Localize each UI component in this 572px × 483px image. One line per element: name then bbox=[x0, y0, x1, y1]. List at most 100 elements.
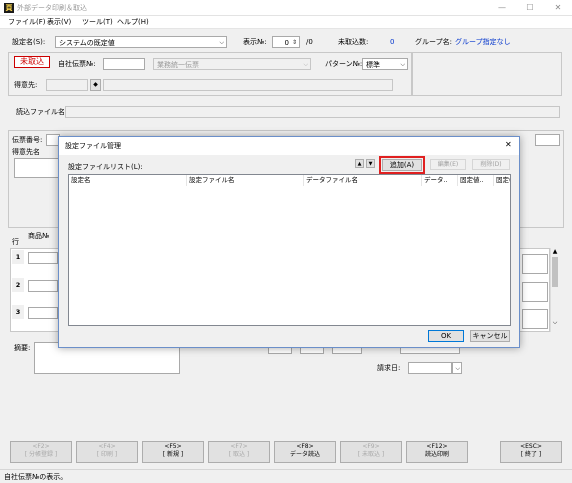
function-key-code: <F5> bbox=[164, 443, 182, 450]
row-extra-input[interactable] bbox=[522, 254, 548, 274]
billing-date-input[interactable] bbox=[408, 362, 452, 374]
display-no-spinner[interactable]: 0 ⇕ bbox=[272, 36, 300, 48]
function-key-label: [ 取込 ] bbox=[228, 451, 250, 458]
dialog-title-bar: 設定ファイル管理 ✕ bbox=[59, 137, 519, 155]
status-text: 自社伝票№の表示。 bbox=[4, 473, 68, 481]
function-key-button[interactable]: <F2>[ 分帳登録 ] bbox=[10, 441, 72, 463]
window-title: 外部データ印刷＆取込 bbox=[17, 4, 87, 12]
product-input[interactable] bbox=[28, 307, 58, 319]
function-key-button[interactable]: <F5>[ 新規 ] bbox=[142, 441, 204, 463]
row-extra-input[interactable] bbox=[522, 282, 548, 302]
customer-name-field bbox=[103, 79, 393, 91]
function-key-label: [ 分帳登録 ] bbox=[24, 451, 58, 458]
pattern-value: 標準 bbox=[366, 61, 380, 69]
function-key-label: [ 未取込 ] bbox=[357, 451, 385, 458]
title-bar: 頁 外部データ印刷＆取込 — ☐ ✕ bbox=[0, 0, 572, 16]
customer-name-input[interactable] bbox=[14, 158, 60, 178]
slip-no-label: 自社伝票№: bbox=[58, 60, 96, 68]
minimize-icon[interactable]: — bbox=[488, 0, 516, 16]
function-key-code: <F7> bbox=[230, 443, 248, 450]
display-no-total: /0 bbox=[306, 38, 313, 46]
function-key-code: <F4> bbox=[98, 443, 116, 450]
spinner-icon[interactable]: ⇕ bbox=[292, 37, 297, 48]
settings-file-dialog: 設定ファイル管理 ✕ 設定ファイルリスト(L): ▲ ▼ 追加(A) 編集(E)… bbox=[58, 136, 520, 348]
product-header-label: 商品№ bbox=[28, 232, 50, 240]
menu-help[interactable]: ヘルプ(H) bbox=[117, 17, 149, 28]
function-key-button[interactable]: <ESC>[ 終了 ] bbox=[500, 441, 562, 463]
column-header-setting-file[interactable]: 設定ファイル名 bbox=[187, 175, 304, 186]
list-label: 設定ファイルリスト(L): bbox=[68, 163, 143, 171]
status-bar: 自社伝票№の表示。 bbox=[0, 469, 572, 483]
column-header-data-file[interactable]: データファイル名 bbox=[304, 175, 422, 186]
column-header-setting-name[interactable]: 設定名 bbox=[69, 175, 187, 186]
function-key-label: [ 新規 ] bbox=[162, 451, 184, 458]
scroll-up-icon[interactable]: ▲ bbox=[551, 248, 559, 255]
side-panel bbox=[412, 52, 562, 96]
product-input[interactable] bbox=[28, 280, 58, 292]
dialog-title: 設定ファイル管理 bbox=[65, 142, 121, 150]
menu-view[interactable]: 表示(V) bbox=[47, 17, 71, 28]
pattern-select[interactable]: 標準 ⌵ bbox=[362, 58, 408, 70]
menu-tools[interactable]: ツール(T) bbox=[82, 17, 113, 28]
dialog-close-icon[interactable]: ✕ bbox=[505, 140, 512, 149]
function-key-code: <F12> bbox=[426, 443, 448, 450]
function-key-button[interactable]: <F8> データ読込 bbox=[274, 441, 336, 463]
function-key-button[interactable]: <F7>[ 取込 ] bbox=[208, 441, 270, 463]
add-button[interactable]: 追加(A) bbox=[382, 159, 422, 171]
column-header-fixed[interactable]: 固定( bbox=[494, 175, 510, 186]
items-scrollbar[interactable]: ▲ ⌵ bbox=[550, 248, 559, 332]
slip-type-value: 業務統一伝票 bbox=[157, 61, 199, 69]
unimported-count: 0 bbox=[390, 38, 395, 46]
menu-file[interactable]: ファイル(F) bbox=[8, 17, 46, 28]
product-input[interactable] bbox=[28, 252, 58, 264]
row-header-label: 行 bbox=[12, 238, 19, 246]
move-up-icon[interactable]: ▲ bbox=[355, 159, 364, 168]
read-file-label: 読込ファイル名: bbox=[16, 108, 68, 116]
billing-date-dropdown[interactable]: ⌵ bbox=[452, 362, 462, 374]
function-key-button[interactable]: <F12> 読込印刷 bbox=[406, 441, 468, 463]
maximize-icon[interactable]: ☐ bbox=[516, 0, 544, 16]
group-name-label: グループ名: bbox=[415, 38, 452, 46]
function-key-code: <F8> bbox=[296, 443, 314, 450]
slip-number-label: 伝票番号: bbox=[12, 136, 43, 144]
customer-search-button[interactable]: ◆ bbox=[90, 79, 101, 91]
function-key-label: [ 印刷 ] bbox=[96, 451, 118, 458]
function-key-button[interactable]: <F9>[ 未取込 ] bbox=[340, 441, 402, 463]
row-extra-input[interactable] bbox=[522, 309, 548, 329]
read-file-field bbox=[65, 106, 560, 118]
row-number: 2 bbox=[12, 278, 24, 292]
chevron-down-icon: ⌵ bbox=[303, 61, 308, 68]
function-key-code: <ESC> bbox=[520, 443, 542, 450]
move-down-icon[interactable]: ▼ bbox=[366, 159, 375, 168]
customer-code-input bbox=[46, 79, 88, 91]
function-key-code: <F2> bbox=[32, 443, 50, 450]
close-icon[interactable]: ✕ bbox=[544, 0, 572, 16]
edit-button[interactable]: 編集(E) bbox=[430, 159, 466, 170]
scroll-thumb[interactable] bbox=[552, 257, 558, 287]
app-icon: 頁 bbox=[4, 3, 14, 13]
summary-label: 摘要: bbox=[14, 344, 31, 352]
setting-name-select[interactable]: システムの既定値 ⌵ bbox=[55, 36, 227, 48]
pattern-no-label: パターン№: bbox=[325, 60, 363, 68]
function-key-label: [ 終了 ] bbox=[520, 451, 542, 458]
column-header-data-type[interactable]: データ.. bbox=[422, 175, 458, 186]
cancel-button[interactable]: キャンセル bbox=[470, 330, 510, 342]
display-no-label: 表示№: bbox=[243, 38, 267, 46]
status-badge: 未取込 bbox=[14, 56, 50, 68]
chevron-down-icon: ⌵ bbox=[219, 39, 224, 46]
menu-bar: ファイル(F) 表示(V) ツール(T) ヘルプ(H) bbox=[0, 16, 572, 29]
display-no-value: 0 bbox=[284, 39, 289, 47]
customer-name-label: 得意先名 bbox=[12, 148, 40, 156]
row-number: 1 bbox=[12, 250, 24, 264]
scroll-down-icon[interactable]: ⌵ bbox=[551, 319, 559, 327]
unimported-label: 未取込数: bbox=[338, 38, 369, 46]
settings-file-list[interactable]: 設定名 設定ファイル名 データファイル名 データ.. 固定値.. 固定( bbox=[68, 174, 511, 326]
slip-no-input[interactable] bbox=[103, 58, 145, 70]
function-key-label: 読込印刷 bbox=[424, 451, 449, 458]
column-header-fixed-value[interactable]: 固定値.. bbox=[458, 175, 494, 186]
ok-button[interactable]: OK bbox=[428, 330, 464, 342]
function-key-button[interactable]: <F4>[ 印刷 ] bbox=[76, 441, 138, 463]
delete-button[interactable]: 削除(D) bbox=[472, 159, 510, 170]
slip-extra-input[interactable] bbox=[535, 134, 560, 146]
setting-name-label: 設定名(S): bbox=[12, 38, 46, 46]
